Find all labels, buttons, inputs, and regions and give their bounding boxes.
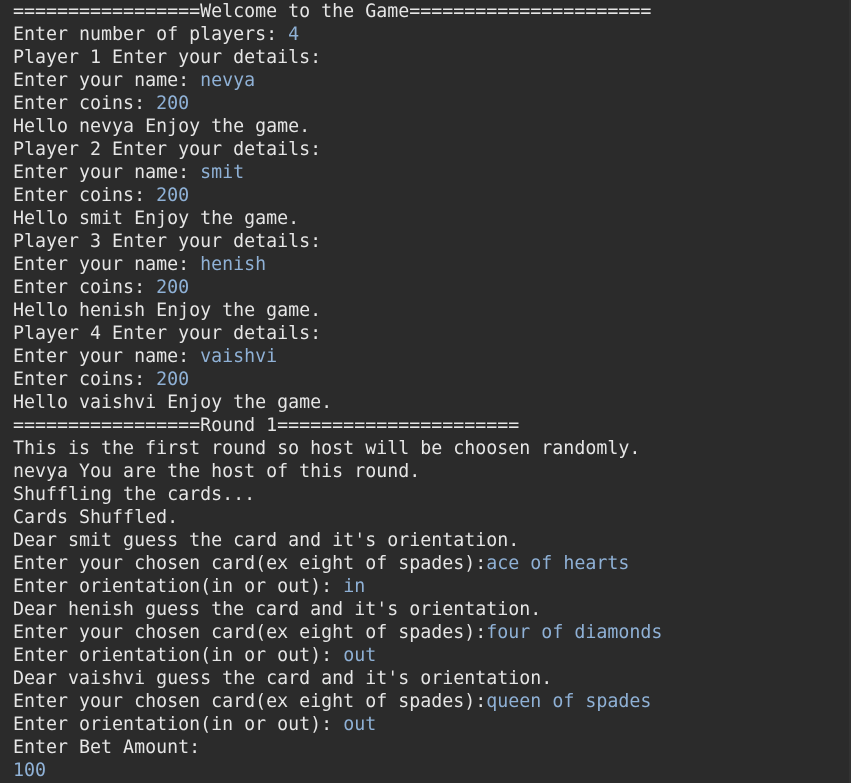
console-line: Enter Bet Amount: (13, 736, 851, 759)
console-output-text: Enter your chosen card(ex eight of spade… (13, 622, 487, 643)
console-line: Player 1 Enter your details: (13, 46, 851, 69)
console-line: nevya You are the host of this round. (13, 460, 851, 483)
console-line: 100 (13, 759, 851, 782)
console-user-input: henish (200, 254, 267, 275)
console-user-input: 200 (156, 369, 190, 390)
console-line: Dear vaishvi guess the card and it's ori… (13, 667, 851, 690)
console-output-text: Player 3 Enter your details: (13, 231, 322, 252)
console-user-input: 200 (156, 93, 190, 114)
console-line: Enter coins: 200 (13, 184, 851, 207)
console-line: Cards Shuffled. (13, 506, 851, 529)
console-output-text: Player 2 Enter your details: (13, 139, 322, 160)
console-output-text: Enter your name: (13, 70, 201, 91)
console-output-text: =================Welcome to the Game====… (13, 1, 652, 22)
console-output-text: Enter coins: (13, 93, 157, 114)
console-line: Dear smit guess the card and it's orient… (13, 529, 851, 552)
console-output-text: Hello vaishvi Enjoy the game. (13, 392, 333, 413)
console-user-input: in (343, 576, 366, 597)
console-output-text: Dear smit guess the card and it's orient… (13, 530, 520, 551)
console-line: Hello smit Enjoy the game. (13, 207, 851, 230)
console-line: Enter your name: smit (13, 161, 851, 184)
console-output-text: Player 4 Enter your details: (13, 323, 322, 344)
console-output-text: Enter your name: (13, 346, 201, 367)
console-line: =================Round 1================… (13, 414, 851, 437)
console-line: =================Welcome to the Game====… (13, 0, 851, 23)
console-output-text: Enter orientation(in or out): (13, 714, 344, 735)
console-user-input: 4 (288, 24, 300, 45)
console-line: Enter your chosen card(ex eight of spade… (13, 690, 851, 713)
console-line: Enter orientation(in or out): out (13, 713, 851, 736)
console-output-text: =================Round 1================… (13, 415, 520, 436)
console-line: This is the first round so host will be … (13, 437, 851, 460)
console-line: Enter your name: nevya (13, 69, 851, 92)
console-line: Enter coins: 200 (13, 92, 851, 115)
console-line: Hello vaishvi Enjoy the game. (13, 391, 851, 414)
console-output-text: nevya You are the host of this round. (13, 461, 421, 482)
console-user-input: 200 (156, 277, 190, 298)
console-output-text: Hello nevya Enjoy the game. (13, 116, 311, 137)
console-line: Enter coins: 200 (13, 368, 851, 391)
console-line: Shuffling the cards... (13, 483, 851, 506)
console-user-input: nevya (200, 70, 256, 91)
console-output-text: Enter orientation(in or out): (13, 645, 344, 666)
console-line: Enter your chosen card(ex eight of spade… (13, 621, 851, 644)
console-line: Player 2 Enter your details: (13, 138, 851, 161)
console-user-input: out (343, 714, 377, 735)
console-output-text: Enter your name: (13, 254, 201, 275)
console-user-input: out (343, 645, 377, 666)
console-user-input: queen of spades (486, 691, 652, 712)
console-line: Enter coins: 200 (13, 276, 851, 299)
console-output-text: Hello smit Enjoy the game. (13, 208, 300, 229)
console-output-text: Enter your chosen card(ex eight of spade… (13, 691, 487, 712)
console-output-text: This is the first round so host will be … (13, 438, 641, 459)
console-line: Enter orientation(in or out): in (13, 575, 851, 598)
console-user-input: vaishvi (200, 346, 278, 367)
console-output-text: Cards Shuffled. (13, 507, 179, 528)
console-output[interactable]: =================Welcome to the Game====… (0, 0, 851, 783)
console-output-text: Hello henish Enjoy the game. (13, 300, 322, 321)
console-line: Enter orientation(in or out): out (13, 644, 851, 667)
console-line: Enter your name: henish (13, 253, 851, 276)
console-line: Hello henish Enjoy the game. (13, 299, 851, 322)
console-output-text: Enter coins: (13, 185, 157, 206)
console-line: Enter number of players: 4 (13, 23, 851, 46)
console-output-text: Enter your name: (13, 162, 201, 183)
console-user-input: ace of hearts (486, 553, 630, 574)
console-output-text: Enter coins: (13, 369, 157, 390)
console-user-input: 200 (156, 185, 190, 206)
console-output-text: Enter number of players: (13, 24, 289, 45)
console-output-text: Dear henish guess the card and it's orie… (13, 599, 542, 620)
console-user-input: four of diamonds (486, 622, 663, 643)
console-output-text: Enter orientation(in or out): (13, 576, 344, 597)
console-output-text: Player 1 Enter your details: (13, 47, 322, 68)
console-line: Hello nevya Enjoy the game. (13, 115, 851, 138)
console-output-text: Shuffling the cards... (13, 484, 256, 505)
console-user-input: smit (200, 162, 245, 183)
console-line: Enter your chosen card(ex eight of spade… (13, 552, 851, 575)
console-line: Player 3 Enter your details: (13, 230, 851, 253)
console-output-text: Enter Bet Amount: (13, 737, 201, 758)
console-output-text: Enter coins: (13, 277, 157, 298)
console-user-input: 100 (13, 760, 47, 781)
console-output-text: Dear vaishvi guess the card and it's ori… (13, 668, 553, 689)
console-line: Player 4 Enter your details: (13, 322, 851, 345)
console-output-text: Enter your chosen card(ex eight of spade… (13, 553, 487, 574)
console-line: Dear henish guess the card and it's orie… (13, 598, 851, 621)
console-line: Enter your name: vaishvi (13, 345, 851, 368)
